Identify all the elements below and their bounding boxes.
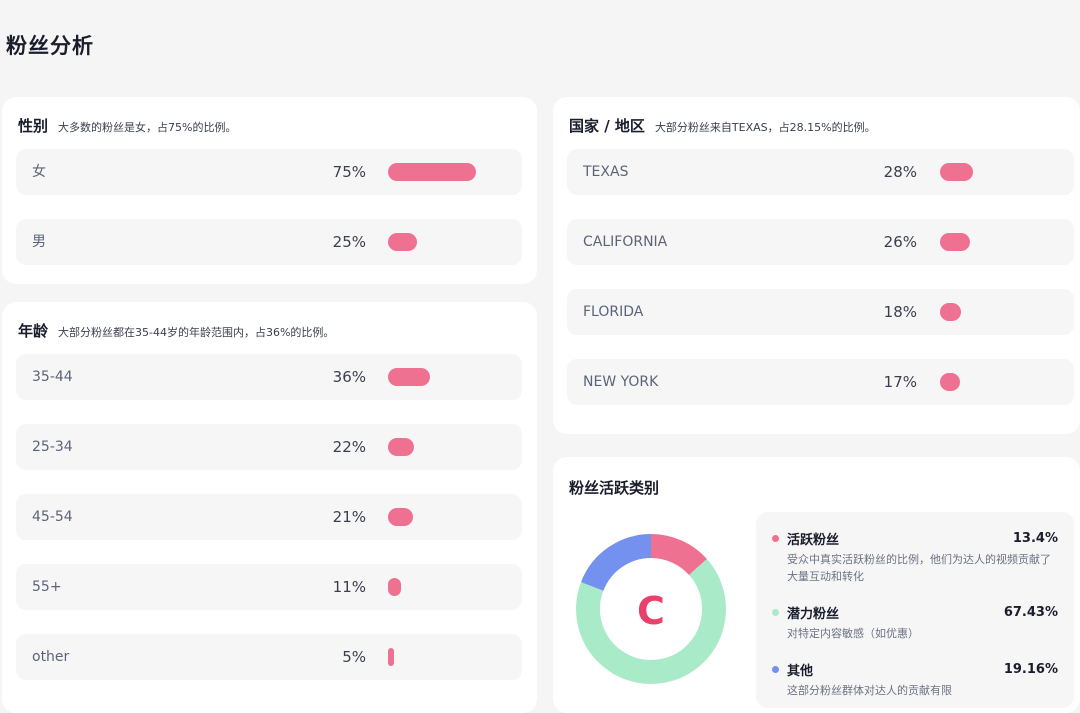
age-row-bar bbox=[388, 648, 394, 666]
donut-segment-2 bbox=[580, 534, 652, 592]
age-row-percent: 11% bbox=[332, 578, 366, 596]
legend-value: 19.16% bbox=[1003, 661, 1058, 677]
age-card: 年龄 大部分粉丝都在35-44岁的年龄范围内，占36%的比例。 35-44 36%… bbox=[2, 302, 537, 713]
region-title: 国家 / 地区 bbox=[569, 117, 645, 135]
gender-title: 性别 bbox=[18, 117, 49, 135]
age-row-label: 25-34 bbox=[32, 439, 73, 455]
legend-item-active: 活跃粉丝 13.4% 受众中真实活跃粉丝的比例，他们为达人的视频贡献了大量互动和… bbox=[772, 528, 1058, 585]
region-row-bar bbox=[940, 303, 962, 321]
legend-name: 活跃粉丝 bbox=[787, 532, 840, 548]
gender-card: 性别 大多数的粉丝是女，占75%的比例。 女 75% 男 25% bbox=[2, 97, 537, 284]
age-row-label: 55+ bbox=[32, 579, 62, 595]
age-title: 年龄 bbox=[18, 322, 49, 340]
region-row-bar bbox=[940, 233, 971, 251]
age-row-label: 45-54 bbox=[32, 509, 73, 525]
region-row: NEW YORK 17% bbox=[567, 359, 1074, 405]
legend-value: 67.43% bbox=[1003, 604, 1058, 620]
gender-row: 女 75% bbox=[16, 149, 522, 195]
age-row: 55+ 11% bbox=[16, 564, 522, 610]
legend-dot-icon bbox=[772, 608, 779, 616]
legend-name: 潜力粉丝 bbox=[787, 606, 840, 622]
legend-item-other: 其他 19.16% 这部分粉丝群体对达人的贡献有限 bbox=[772, 659, 1058, 699]
legend-dot-icon bbox=[772, 534, 779, 542]
age-row-percent: 21% bbox=[332, 508, 366, 526]
age-row-label: 35-44 bbox=[32, 369, 73, 385]
age-row-bar bbox=[388, 438, 414, 456]
gender-row-label: 男 bbox=[32, 234, 46, 250]
gender-row-bar bbox=[388, 163, 476, 181]
legend-dot-icon bbox=[772, 665, 779, 673]
gender-row-label: 女 bbox=[32, 164, 46, 180]
gender-row-percent: 75% bbox=[332, 163, 366, 181]
age-row: other 5% bbox=[16, 634, 522, 680]
region-row-label: CALIFORNIA bbox=[583, 234, 668, 250]
region-row-percent: 18% bbox=[883, 303, 917, 321]
gender-row-bar bbox=[388, 233, 418, 251]
gender-desc: 大多数的粉丝是女，占75%的比例。 bbox=[58, 121, 237, 134]
age-row-bar bbox=[388, 508, 413, 526]
legend-value: 13.4% bbox=[1012, 530, 1058, 546]
age-desc: 大部分粉丝都在35-44岁的年龄范围内，占36%的比例。 bbox=[58, 326, 335, 339]
age-row-percent: 22% bbox=[332, 438, 366, 456]
page-title: 粉丝分析 bbox=[6, 34, 94, 58]
legend-desc: 受众中真实活跃粉丝的比例，他们为达人的视频贡献了大量互动和转化 bbox=[787, 553, 1051, 583]
age-row-bar bbox=[388, 368, 431, 386]
age-row: 45-54 21% bbox=[16, 494, 522, 540]
activity-donut-chart: C bbox=[576, 534, 726, 684]
activity-title: 粉丝活跃类别 bbox=[569, 479, 660, 497]
region-row: FLORIDA 18% bbox=[567, 289, 1074, 335]
region-row-percent: 17% bbox=[883, 373, 917, 391]
region-row-bar bbox=[940, 163, 973, 181]
gender-row: 男 25% bbox=[16, 219, 522, 265]
activity-legend: 活跃粉丝 13.4% 受众中真实活跃粉丝的比例，他们为达人的视频贡献了大量互动和… bbox=[756, 512, 1074, 708]
activity-grade: C bbox=[637, 589, 665, 633]
age-row-label: other bbox=[32, 649, 70, 665]
gender-row-percent: 25% bbox=[332, 233, 366, 251]
age-row: 35-44 36% bbox=[16, 354, 522, 400]
region-desc: 大部分粉丝来自TEXAS，占28.15%的比例。 bbox=[654, 121, 876, 134]
region-row-percent: 26% bbox=[883, 233, 917, 251]
age-row-percent: 36% bbox=[332, 368, 366, 386]
legend-desc: 这部分粉丝群体对达人的贡献有限 bbox=[787, 684, 952, 697]
legend-item-potential: 潜力粉丝 67.43% 对特定内容敏感（如优惠） bbox=[772, 602, 1058, 642]
donut-segment-0 bbox=[650, 534, 707, 576]
region-row: CALIFORNIA 26% bbox=[567, 219, 1074, 265]
region-row-percent: 28% bbox=[883, 163, 917, 181]
region-row-label: FLORIDA bbox=[583, 304, 644, 320]
legend-name: 其他 bbox=[787, 663, 814, 679]
region-card: 国家 / 地区 大部分粉丝来自TEXAS，占28.15%的比例。 TEXAS 28… bbox=[553, 97, 1080, 434]
legend-desc: 对特定内容敏感（如优惠） bbox=[787, 627, 919, 640]
age-row-bar bbox=[388, 578, 401, 596]
region-row-label: TEXAS bbox=[583, 164, 629, 180]
region-row-bar bbox=[940, 373, 960, 391]
age-row: 25-34 22% bbox=[16, 424, 522, 470]
region-row: TEXAS 28% bbox=[567, 149, 1074, 195]
age-row-percent: 5% bbox=[342, 648, 366, 666]
region-row-label: NEW YORK bbox=[583, 374, 659, 390]
